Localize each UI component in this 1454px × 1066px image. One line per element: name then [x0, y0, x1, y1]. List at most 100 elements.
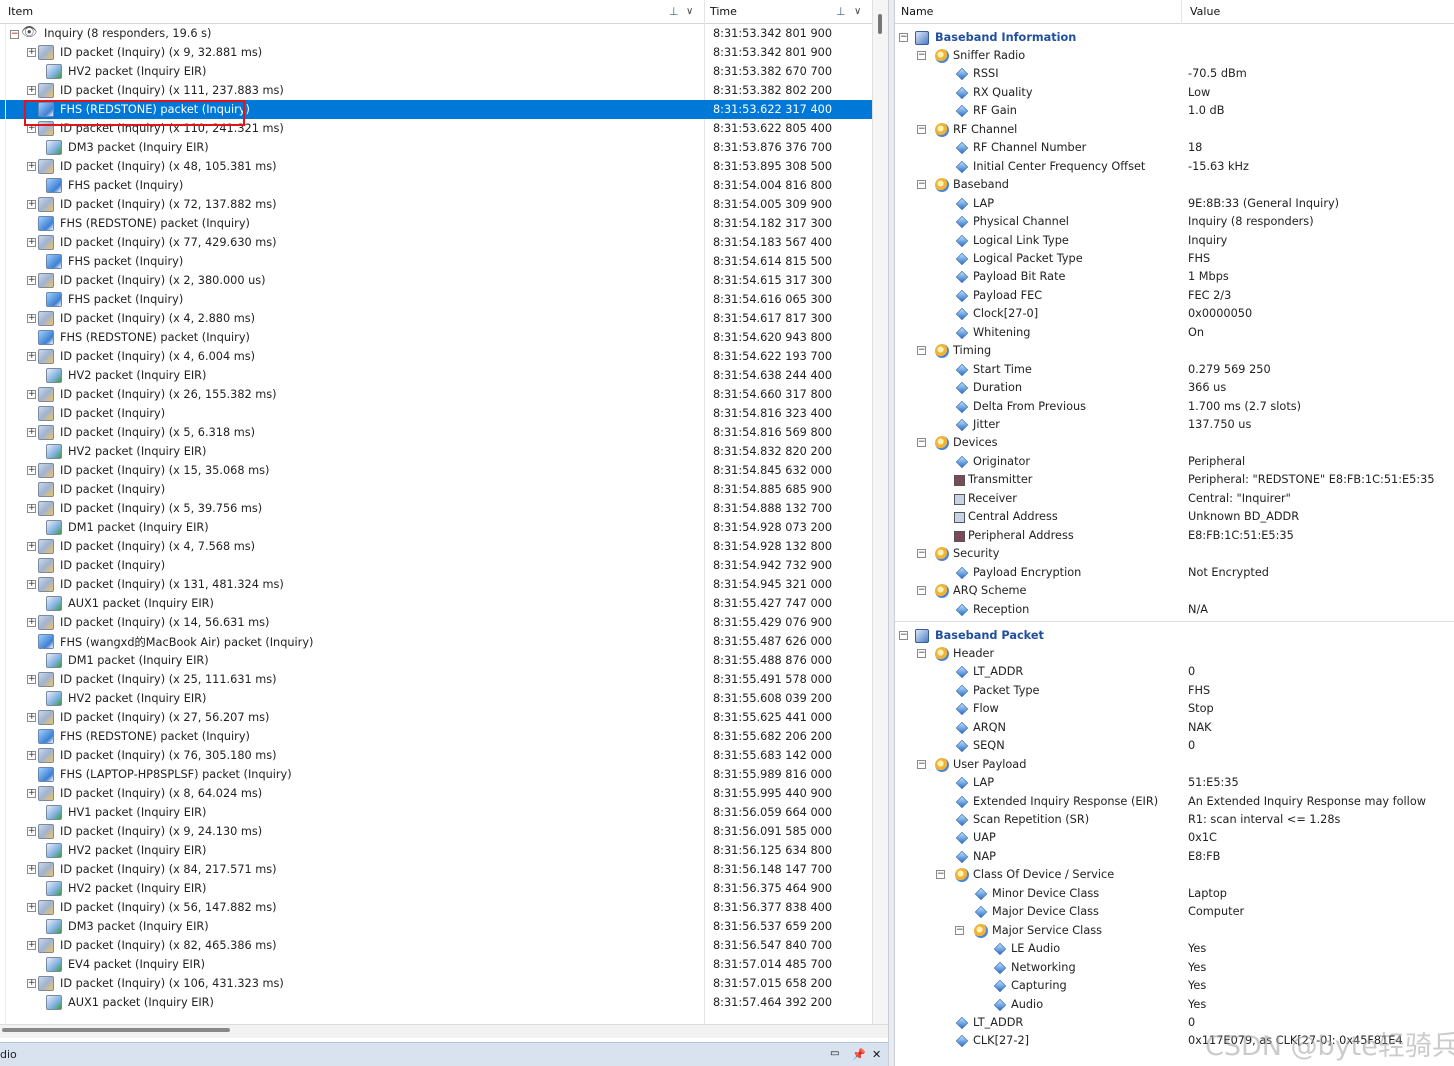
- detail-group[interactable]: − Timing: [895, 342, 1454, 360]
- packet-row[interactable]: FHS (REDSTONE) packet (Inquiry) 8:31:55.6…: [0, 727, 872, 746]
- detail-field[interactable]: Logical Link Type Inquiry: [895, 232, 1454, 250]
- expand-icon[interactable]: +: [27, 542, 36, 551]
- detail-group[interactable]: − Devices: [895, 434, 1454, 452]
- packet-row[interactable]: FHS packet (Inquiry) 8:31:54.616 065 300: [0, 290, 872, 309]
- detail-field[interactable]: Payload Encryption Not Encrypted: [895, 564, 1454, 582]
- detail-field[interactable]: Minor Device Class Laptop: [895, 885, 1454, 903]
- detail-field[interactable]: RX Quality Low: [895, 84, 1454, 102]
- expand-icon[interactable]: +: [27, 86, 36, 95]
- detail-field[interactable]: LT_ADDR 0: [895, 663, 1454, 681]
- packet-row[interactable]: HV2 packet (Inquiry EIR) 8:31:54.832 820 …: [0, 442, 872, 461]
- expand-icon[interactable]: +: [27, 352, 36, 361]
- packet-row[interactable]: DM3 packet (Inquiry EIR) 8:31:56.537 659 …: [0, 917, 872, 936]
- detail-field[interactable]: Reception N/A: [895, 601, 1454, 619]
- detail-field[interactable]: NAP E8:FB: [895, 848, 1454, 866]
- packet-row[interactable]: FHS (REDSTONE) packet (Inquiry) 8:31:54.6…: [0, 328, 872, 347]
- pin-icon[interactable]: 📌: [852, 1048, 866, 1061]
- packet-row[interactable]: FHS (LAPTOP-HP8SPLSF) packet (Inquiry) 8:…: [0, 765, 872, 784]
- column-header-time[interactable]: Time ⊥ ∨: [705, 0, 872, 24]
- collapse-icon[interactable]: −: [917, 51, 926, 60]
- packet-row[interactable]: FHS packet (Inquiry) 8:31:54.614 815 500: [0, 252, 872, 271]
- detail-field[interactable]: Scan Repetition (SR) R1: scan interval <=…: [895, 811, 1454, 829]
- pin-icon[interactable]: ⊥: [836, 5, 846, 18]
- detail-field[interactable]: Clock[27-0] 0x0000050: [895, 305, 1454, 323]
- detail-section[interactable]: − Baseband Information: [895, 29, 1454, 47]
- packet-row[interactable]: + ID packet (Inquiry) (x 9, 32.881 ms) 8:3…: [0, 43, 872, 62]
- packet-row[interactable]: ID packet (Inquiry) 8:31:54.942 732 900: [0, 556, 872, 575]
- detail-field[interactable]: RF Gain 1.0 dB: [895, 102, 1454, 120]
- expand-icon[interactable]: +: [27, 48, 36, 57]
- detail-field[interactable]: SEQN 0: [895, 737, 1454, 755]
- collapse-icon[interactable]: −: [955, 925, 964, 935]
- detail-field[interactable]: LE Audio Yes: [895, 940, 1454, 958]
- horizontal-scrollbar-thumb[interactable]: [2, 1028, 230, 1032]
- packet-row[interactable]: + ID packet (Inquiry) (x 111, 237.883 ms)…: [0, 81, 872, 100]
- expand-icon[interactable]: +: [27, 675, 36, 684]
- detail-field[interactable]: Originator Peripheral: [895, 453, 1454, 471]
- detail-field[interactable]: Payload FEC FEC 2/3: [895, 287, 1454, 305]
- expand-icon[interactable]: +: [27, 751, 36, 760]
- packet-row[interactable]: + ID packet (Inquiry) (x 15, 35.068 ms) 8:…: [0, 461, 872, 480]
- packet-row[interactable]: ID packet (Inquiry) 8:31:54.885 685 900: [0, 480, 872, 499]
- detail-group[interactable]: − Major Service Class: [895, 922, 1454, 940]
- detail-field[interactable]: Major Device Class Computer: [895, 903, 1454, 921]
- detail-field[interactable]: Duration 366 us: [895, 379, 1454, 397]
- detail-field[interactable]: UAP 0x1C: [895, 829, 1454, 847]
- packet-row[interactable]: HV1 packet (Inquiry EIR) 8:31:56.059 664 …: [0, 803, 872, 822]
- detail-field[interactable]: LAP 9E:8B:33 (General Inquiry): [895, 195, 1454, 213]
- packet-row[interactable]: ID packet (Inquiry) 8:31:54.816 323 400: [0, 404, 872, 423]
- tree-root-row[interactable]: − 👁 Inquiry (8 responders, 19.6 s) 8:31:…: [0, 24, 872, 43]
- packet-row[interactable]: + ID packet (Inquiry) (x 72, 137.882 ms) 8…: [0, 195, 872, 214]
- expand-icon[interactable]: +: [27, 390, 36, 399]
- detail-field[interactable]: Logical Packet Type FHS: [895, 250, 1454, 268]
- detail-field[interactable]: Transmitter Peripheral: "REDSTONE" E8:FB:…: [895, 471, 1454, 489]
- detail-group[interactable]: − ARQ Scheme: [895, 582, 1454, 600]
- detail-field[interactable]: Delta From Previous 1.700 ms (2.7 slots): [895, 398, 1454, 416]
- packet-row[interactable]: + ID packet (Inquiry) (x 5, 39.756 ms) 8:3…: [0, 499, 872, 518]
- packet-row[interactable]: + ID packet (Inquiry) (x 4, 6.004 ms) 8:31…: [0, 347, 872, 366]
- expand-icon[interactable]: +: [27, 580, 36, 589]
- collapse-icon[interactable]: −: [917, 648, 926, 658]
- detail-field[interactable]: Flow Stop: [895, 700, 1454, 718]
- expand-icon[interactable]: +: [27, 276, 36, 285]
- detail-field[interactable]: ARQN NAK: [895, 719, 1454, 737]
- packet-row[interactable]: + ID packet (Inquiry) (x 106, 431.323 ms)…: [0, 974, 872, 993]
- detail-field[interactable]: Jitter 137.750 us: [895, 416, 1454, 434]
- packet-row[interactable]: + ID packet (Inquiry) (x 5, 6.318 ms) 8:31…: [0, 423, 872, 442]
- detail-group[interactable]: − Security: [895, 545, 1454, 563]
- packet-row[interactable]: + ID packet (Inquiry) (x 4, 7.568 ms) 8:31…: [0, 537, 872, 556]
- packet-row[interactable]: + ID packet (Inquiry) (x 84, 217.571 ms) 8…: [0, 860, 872, 879]
- column-header-name[interactable]: Name: [895, 0, 1181, 24]
- detail-field[interactable]: Payload Bit Rate 1 Mbps: [895, 268, 1454, 286]
- expand-icon[interactable]: +: [27, 504, 36, 513]
- packet-row[interactable]: FHS (wangxd的MacBook Air) packet (Inquiry…: [0, 632, 872, 651]
- expand-icon[interactable]: +: [27, 314, 36, 323]
- chevron-down-icon[interactable]: ∨: [686, 6, 693, 17]
- expand-icon[interactable]: +: [27, 618, 36, 627]
- detail-field[interactable]: Central Address Unknown BD_ADDR: [895, 508, 1454, 526]
- panel-tab-label[interactable]: dio: [0, 1048, 17, 1061]
- packet-row[interactable]: + ID packet (Inquiry) (x 8, 64.024 ms) 8:3…: [0, 784, 872, 803]
- detail-section[interactable]: − Baseband Packet: [895, 627, 1454, 645]
- packet-row[interactable]: EV4 packet (Inquiry EIR) 8:31:57.014 485 …: [0, 955, 872, 974]
- collapse-icon[interactable]: −: [936, 870, 945, 880]
- packet-row[interactable]: HV2 packet (Inquiry EIR) 8:31:54.638 244 …: [0, 366, 872, 385]
- packet-row[interactable]: AUX1 packet (Inquiry EIR) 8:31:55.427 747…: [0, 594, 872, 613]
- close-icon[interactable]: ✕: [872, 1048, 881, 1061]
- collapse-icon[interactable]: −: [917, 438, 926, 448]
- packet-row[interactable]: + ID packet (Inquiry) (x 131, 481.324 ms)…: [0, 575, 872, 594]
- packet-row[interactable]: DM1 packet (Inquiry EIR) 8:31:54.928 073 …: [0, 518, 872, 537]
- collapse-icon[interactable]: −: [899, 33, 908, 42]
- column-header-value[interactable]: Value: [1182, 0, 1454, 24]
- detail-field[interactable]: Networking Yes: [895, 959, 1454, 977]
- packet-row[interactable]: + ID packet (Inquiry) (x 26, 155.382 ms) 8…: [0, 385, 872, 404]
- packet-row[interactable]: + ID packet (Inquiry) (x 2, 380.000 us) 8:…: [0, 271, 872, 290]
- packet-row[interactable]: DM1 packet (Inquiry EIR) 8:31:55.488 876 …: [0, 651, 872, 670]
- detail-group[interactable]: − Sniffer Radio: [895, 47, 1454, 65]
- pin-icon[interactable]: ⊥: [669, 5, 679, 18]
- packet-row[interactable]: + ID packet (Inquiry) (x 56, 147.882 ms) 8…: [0, 898, 872, 917]
- expand-icon[interactable]: +: [27, 941, 36, 950]
- packet-row[interactable]: + ID packet (Inquiry) (x 4, 2.880 ms) 8:31…: [0, 309, 872, 328]
- packet-row[interactable]: + ID packet (Inquiry) (x 76, 305.180 ms) 8…: [0, 746, 872, 765]
- collapse-icon[interactable]: −: [899, 630, 908, 640]
